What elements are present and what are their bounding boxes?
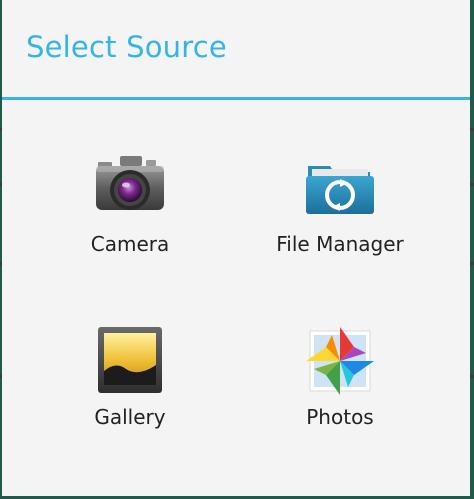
option-gallery[interactable]: Gallery	[30, 325, 230, 465]
option-file-manager[interactable]: File Manager	[240, 152, 440, 292]
option-camera[interactable]: Camera	[30, 152, 230, 292]
photos-pinwheel-icon	[304, 325, 376, 397]
gallery-icon	[94, 325, 166, 397]
folder-icon	[304, 152, 376, 224]
dialog-title: Select Source	[26, 30, 227, 64]
option-label: Camera	[90, 232, 170, 256]
select-source-dialog: Select Source Camera File Manager Galler…	[2, 0, 470, 496]
option-label: File Manager	[276, 232, 404, 256]
option-photos[interactable]: Photos	[240, 325, 440, 465]
option-label: Gallery	[94, 405, 166, 429]
title-divider	[2, 97, 470, 100]
option-label: Photos	[306, 405, 374, 429]
camera-icon	[94, 152, 166, 224]
